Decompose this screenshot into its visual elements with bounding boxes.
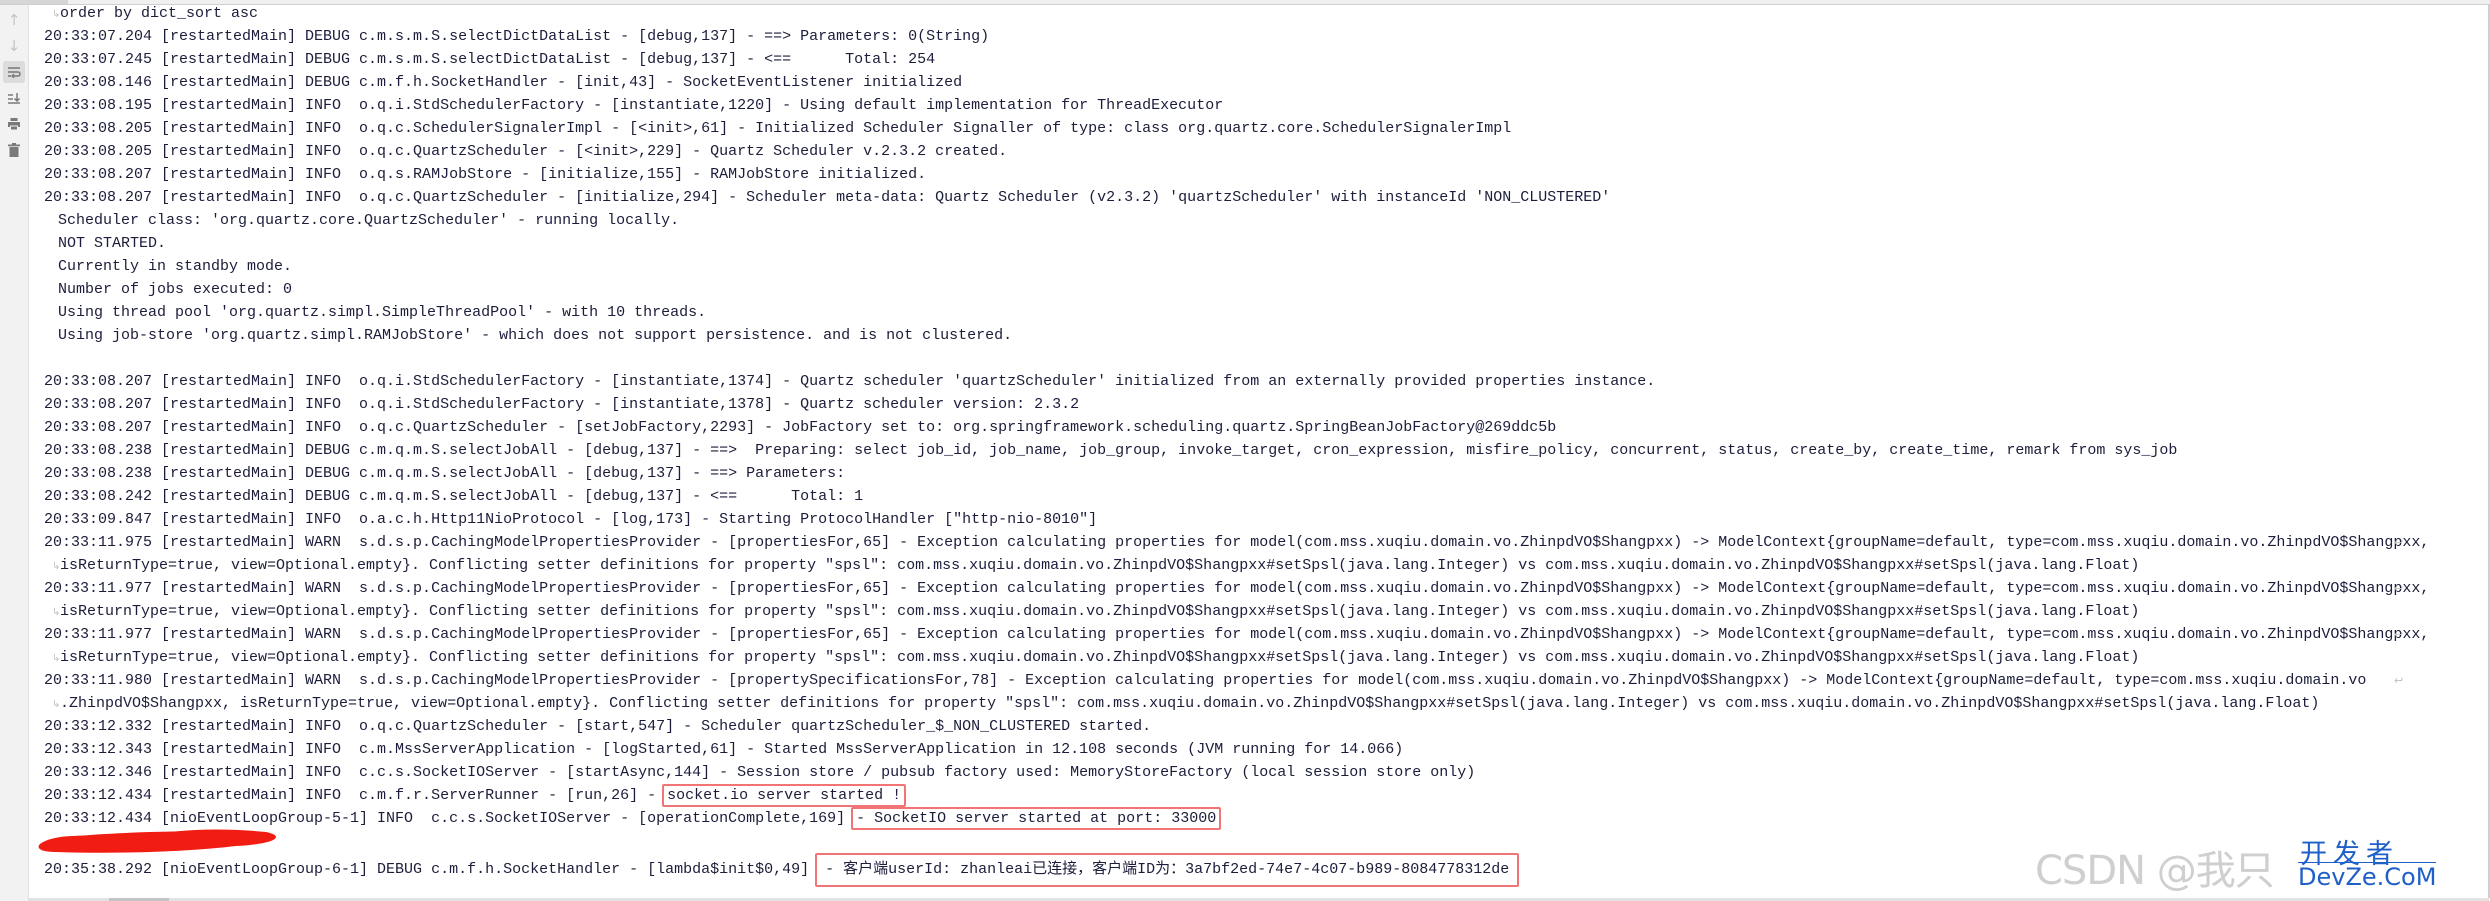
soft-wrap-icon[interactable] — [3, 61, 25, 83]
log-line: 20:33:08.207 [restartedMain] INFO o.q.s.… — [44, 163, 926, 186]
log-line: ↳.ZhinpdVO$Shangpxx, isReturnType=true, … — [52, 692, 2319, 715]
soft-wrap-continuation-icon: ↳ — [52, 653, 61, 664]
log-line: ↳isReturnType=true, view=Optional.empty}… — [52, 600, 2139, 623]
arrow-down-icon[interactable]: ↓ — [3, 35, 25, 57]
log-text: 20:33:08.207 [restartedMain] INFO o.q.i.… — [44, 396, 1080, 413]
log-text: 20:33:08.242 [restartedMain] DEBUG c.m.q… — [44, 488, 864, 505]
log-text: 20:33:08.195 [restartedMain] INFO o.q.i.… — [44, 97, 1224, 114]
soft-wrap-end-icon: ↩ — [2394, 582, 2404, 595]
log-line: 20:33:09.847 [restartedMain] INFO o.a.c.… — [44, 508, 1097, 531]
log-line: 20:33:11.977 [restartedMain] WARN s.d.s.… — [44, 623, 2429, 646]
log-line: 20:33:08.205 [restartedMain] INFO o.q.c.… — [44, 117, 1511, 140]
log-text: 20:33:12.332 [restartedMain] INFO o.q.c.… — [44, 718, 1152, 735]
log-line: Scheduler class: 'org.quartz.core.Quartz… — [58, 209, 679, 232]
log-text: 20:33:09.847 [restartedMain] INFO o.a.c.… — [44, 511, 1098, 528]
log-line: 20:33:08.238 [restartedMain] DEBUG c.m.q… — [44, 462, 854, 485]
log-text: 20:33:11.977 [restartedMain] WARN s.d.s.… — [44, 626, 2430, 643]
log-text: 20:33:08.207 [restartedMain] INFO o.q.s.… — [44, 166, 927, 183]
log-text: isReturnType=true, view=Optional.empty}.… — [60, 603, 2140, 620]
log-line: 20:33:12.343 [restartedMain] INFO c.m.Ms… — [44, 738, 1403, 761]
watermark-gray-text: CSDN @我只 — [2035, 848, 2275, 894]
log-text: 20:33:12.434 [restartedMain] INFO c.m.f.… — [44, 787, 666, 804]
log-text: 20:33:12.434 [nioEventLoopGroup-5-1] INF… — [44, 810, 855, 827]
log-text: 20:33:12.346 [restartedMain] INFO c.c.s.… — [44, 764, 1476, 781]
highlighted-log-message: - 客户端userId: zhanleai已连接，客户端ID为：3a7bf2ed… — [815, 853, 1520, 887]
log-line: 20:33:08.207 [restartedMain] INFO o.q.c.… — [44, 416, 1556, 439]
log-line: 20:33:08.242 [restartedMain] DEBUG c.m.q… — [44, 485, 863, 508]
soft-wrap-end-icon: ↩ — [2394, 628, 2404, 641]
soft-wrap-end-icon: ↩ — [2394, 536, 2404, 549]
log-text: 20:33:08.238 [restartedMain] DEBUG c.m.q… — [44, 465, 855, 482]
log-line: Using job-store 'org.quartz.simpl.RAMJob… — [58, 324, 1012, 347]
log-text: Currently in standby mode. — [58, 258, 293, 275]
print-icon[interactable] — [3, 113, 25, 135]
log-text: 20:33:08.207 [restartedMain] INFO o.q.i.… — [44, 373, 1656, 390]
scroll-to-end-icon[interactable] — [3, 87, 25, 109]
log-line: ↳isReturnType=true, view=Optional.empty}… — [52, 554, 2139, 577]
log-text: 20:33:11.980 [restartedMain] WARN s.d.s.… — [44, 672, 2367, 689]
log-text: 20:33:11.975 [restartedMain] WARN s.d.s.… — [44, 534, 2430, 551]
soft-wrap-continuation-icon: ↳ — [52, 699, 61, 710]
log-text: order by dict_sort asc — [60, 5, 259, 22]
soft-wrap-continuation-icon: ↳ — [52, 607, 61, 618]
log-line: NOT STARTED. — [58, 232, 166, 255]
trash-icon[interactable] — [3, 139, 25, 161]
soft-wrap-end-icon: ↩ — [2394, 674, 2404, 687]
log-line: 20:33:08.207 [restartedMain] INFO o.q.i.… — [44, 370, 1655, 393]
log-line: ↳order by dict_sort asc — [52, 2, 258, 25]
log-line: 20:33:12.332 [restartedMain] INFO o.q.c.… — [44, 715, 1151, 738]
log-line: Using thread pool 'org.quartz.simpl.Simp… — [58, 301, 706, 324]
soft-wrap-continuation-icon: ↳ — [52, 9, 61, 20]
log-line: 20:33:08.205 [restartedMain] INFO o.q.c.… — [44, 140, 1007, 163]
log-text: Scheduler class: 'org.quartz.core.Quartz… — [58, 212, 680, 229]
highlighted-log-message: socket.io server started ! — [662, 784, 907, 807]
log-text: 20:33:12.343 [restartedMain] INFO c.m.Ms… — [44, 741, 1404, 758]
log-line: 20:33:07.204 [restartedMain] DEBUG c.m.s… — [44, 25, 989, 48]
highlighted-log-message: - SocketIO server started at port: 33000 — [851, 807, 1222, 830]
log-text: Using job-store 'org.quartz.simpl.RAMJob… — [58, 327, 1013, 344]
log-text: 20:33:08.207 [restartedMain] INFO o.q.c.… — [44, 189, 1611, 206]
log-line: 20:33:08.238 [restartedMain] DEBUG c.m.q… — [44, 439, 2177, 462]
log-line: 20:33:12.434 [restartedMain] INFO c.m.f.… — [44, 784, 907, 807]
log-line: Number of jobs executed: 0 — [58, 278, 292, 301]
log-text: Using thread pool 'org.quartz.simpl.Simp… — [58, 304, 707, 321]
log-line: Currently in standby mode. — [58, 255, 292, 278]
log-text: 20:33:08.207 [restartedMain] INFO o.q.c.… — [44, 419, 1557, 436]
log-text: NOT STARTED. — [58, 235, 167, 252]
log-line: 20:33:11.977 [restartedMain] WARN s.d.s.… — [44, 577, 2429, 600]
console-toolbar: ↑ ↓ — [0, 5, 29, 901]
arrow-up-icon[interactable]: ↑ — [3, 9, 25, 31]
log-text: 20:33:07.204 [restartedMain] DEBUG c.m.s… — [44, 28, 990, 45]
console-output[interactable]: ↳order by dict_sort asc 20:33:07.204 [res… — [29, 5, 2486, 898]
log-line: 20:33:08.195 [restartedMain] INFO o.q.i.… — [44, 94, 1223, 117]
log-line: 20:33:08.207 [restartedMain] INFO o.q.i.… — [44, 393, 1079, 416]
log-text: isReturnType=true, view=Optional.empty}.… — [60, 649, 2140, 666]
log-text: 20:33:11.977 [restartedMain] WARN s.d.s.… — [44, 580, 2430, 597]
log-text: .ZhinpdVO$Shangpxx, isReturnType=true, v… — [60, 695, 2320, 712]
log-line: 20:33:08.207 [restartedMain] INFO o.q.c.… — [44, 186, 1610, 209]
log-line: ↳isReturnType=true, view=Optional.empty}… — [52, 646, 2139, 669]
log-text: 20:33:08.205 [restartedMain] INFO o.q.c.… — [44, 120, 1512, 137]
log-text: 20:33:08.238 [restartedMain] DEBUG c.m.q… — [44, 442, 2178, 459]
watermark-blue-url: DevZe.CoM — [2298, 862, 2437, 891]
log-line: 20:33:12.346 [restartedMain] INFO c.c.s.… — [44, 761, 1475, 784]
log-line: 20:35:38.292 [nioEventLoopGroup-6-1] DEB… — [44, 853, 1520, 887]
log-line: 20:33:11.980 [restartedMain] WARN s.d.s.… — [44, 669, 2366, 692]
log-text: Number of jobs executed: 0 — [58, 281, 293, 298]
log-line: 20:33:07.245 [restartedMain] DEBUG c.m.s… — [44, 48, 935, 71]
log-text: 20:33:08.146 [restartedMain] DEBUG c.m.f… — [44, 74, 963, 91]
log-text: 20:33:07.245 [restartedMain] DEBUG c.m.s… — [44, 51, 936, 68]
log-text: isReturnType=true, view=Optional.empty}.… — [60, 557, 2140, 574]
log-line: 20:33:08.146 [restartedMain] DEBUG c.m.f… — [44, 71, 962, 94]
log-text: 20:33:08.205 [restartedMain] INFO o.q.c.… — [44, 143, 1008, 160]
redaction-scribble — [38, 829, 276, 853]
log-line: 20:33:11.975 [restartedMain] WARN s.d.s.… — [44, 531, 2429, 554]
soft-wrap-continuation-icon: ↳ — [52, 561, 61, 572]
log-text: 20:35:38.292 [nioEventLoopGroup-6-1] DEB… — [44, 861, 819, 878]
